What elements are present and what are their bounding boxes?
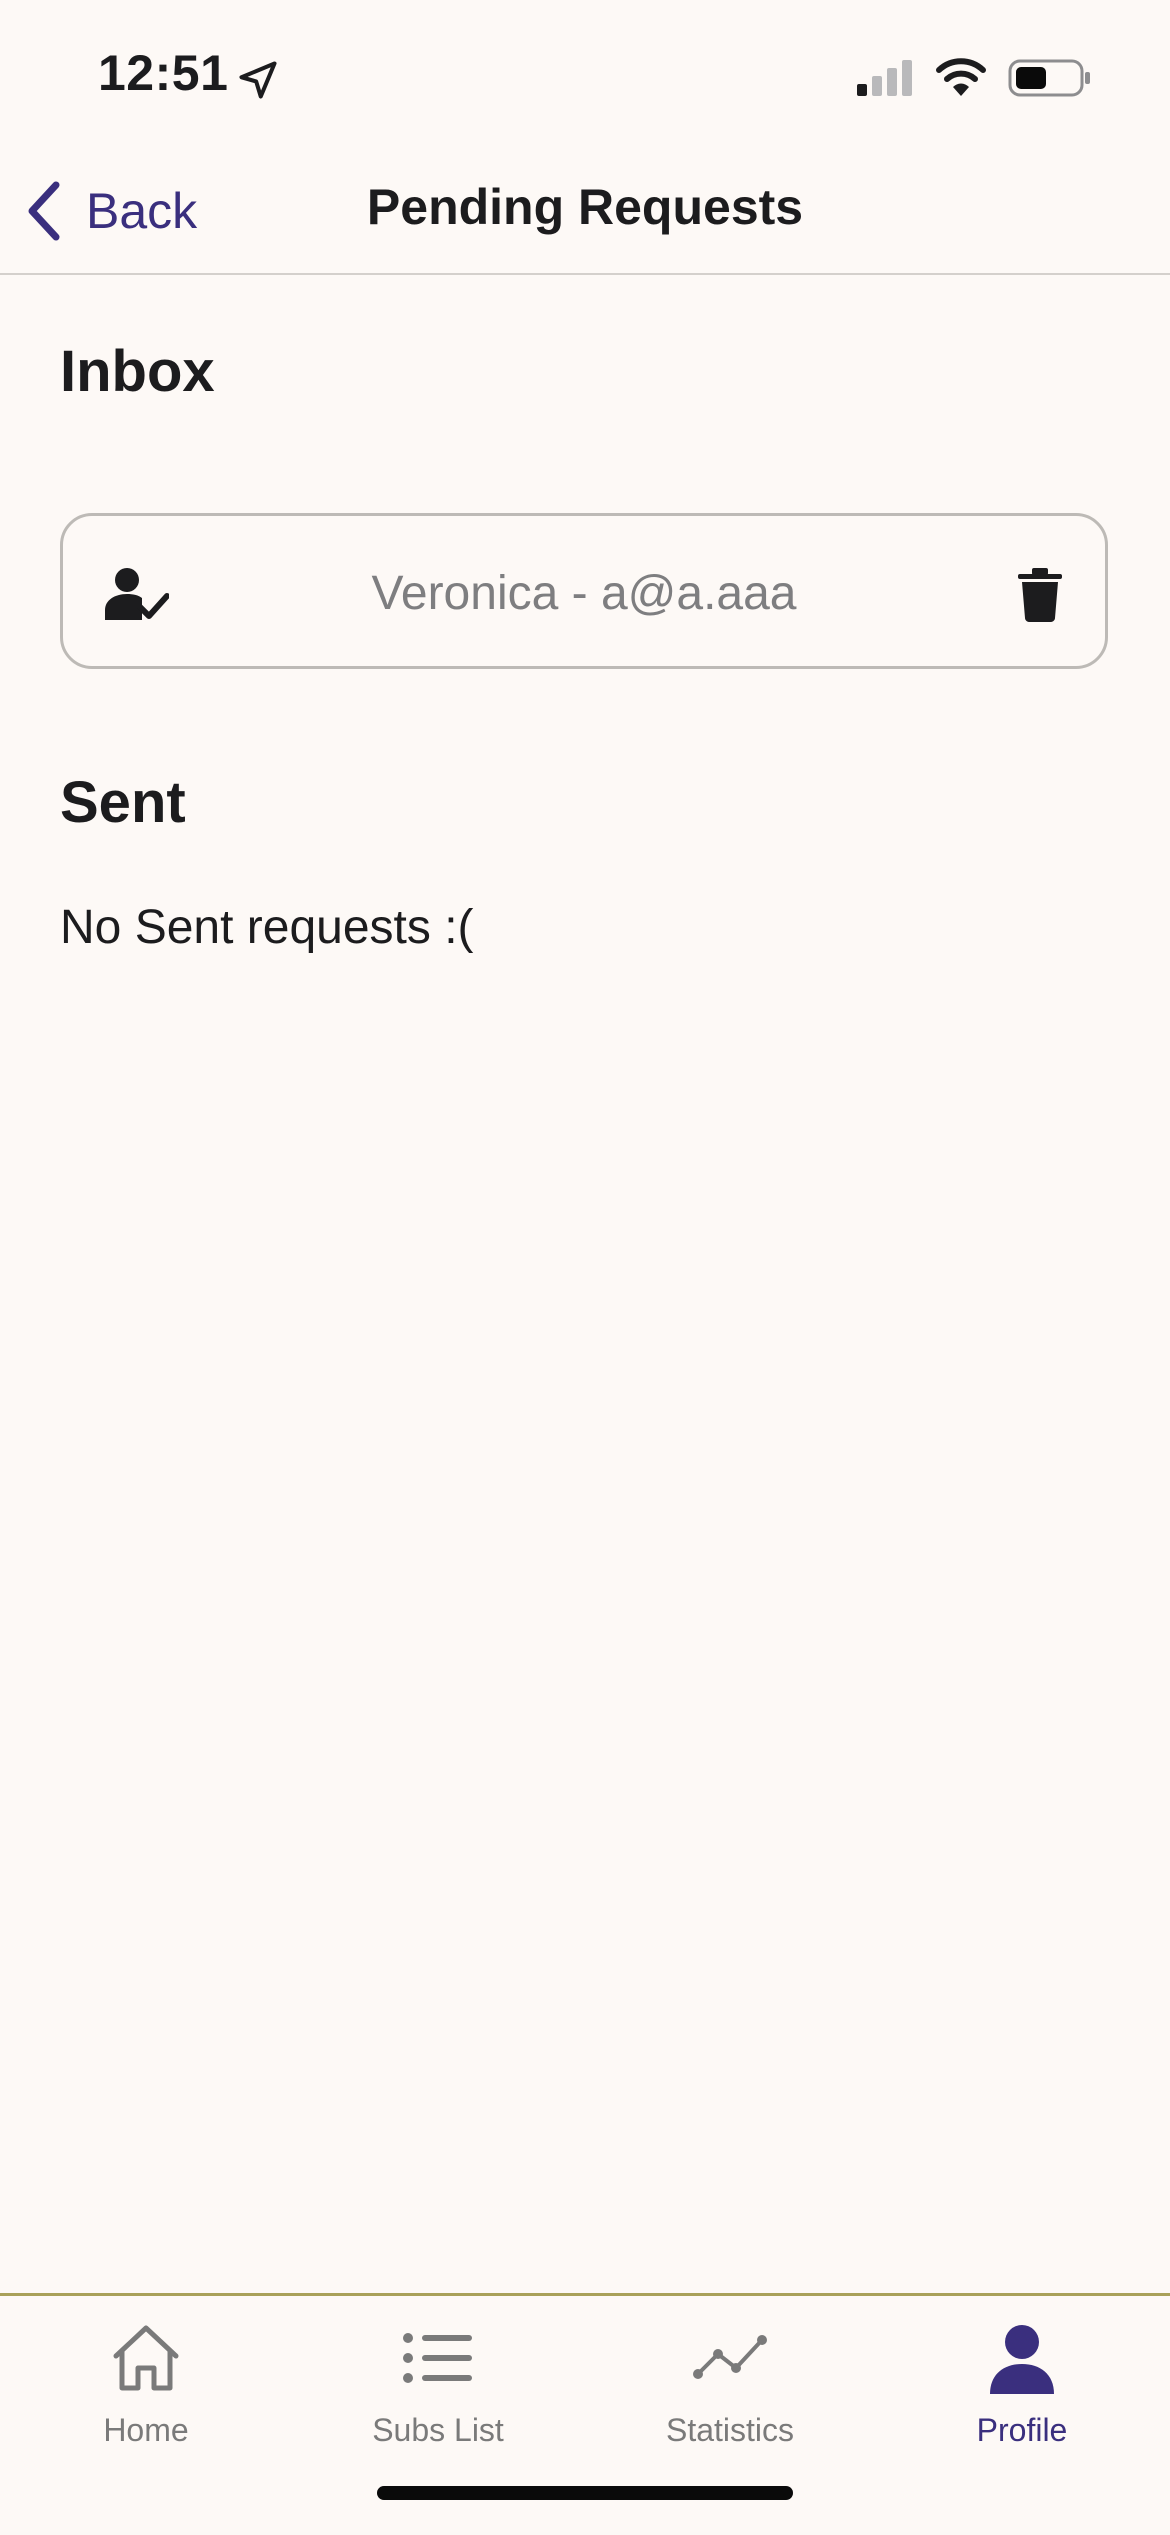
- status-bar: 12:51: [0, 0, 1170, 150]
- chart-line-icon: [693, 2335, 767, 2379]
- request-card: Veronica - a@a.aaa: [60, 513, 1108, 669]
- person-icon: [990, 2325, 1054, 2394]
- tab-home-label: Home: [103, 2412, 189, 2448]
- navigation-bar: Back Pending Requests: [0, 150, 1170, 275]
- tab-statistics[interactable]: Statistics: [584, 2296, 876, 2466]
- inbox-heading: Inbox: [60, 339, 215, 404]
- cellular-signal-icon: [857, 60, 912, 96]
- tab-subs-list[interactable]: Subs List: [292, 2296, 584, 2466]
- wifi-icon: [936, 58, 986, 96]
- tab-home[interactable]: Home: [0, 2296, 292, 2466]
- sent-empty-message: No Sent requests :(: [60, 901, 474, 954]
- status-time: 12:51: [98, 45, 229, 101]
- tab-statistics-label: Statistics: [665, 2412, 795, 2448]
- tab-profile[interactable]: Profile: [876, 2296, 1168, 2466]
- sent-heading: Sent: [60, 770, 186, 835]
- tab-subs-list-label: Subs List: [372, 2412, 504, 2448]
- home-icon: [113, 2325, 179, 2391]
- page-title: Pending Requests: [366, 179, 804, 235]
- trash-icon[interactable]: [1018, 568, 1062, 622]
- request-sender: Veronica - a@a.aaa: [371, 567, 797, 620]
- list-icon: [403, 2333, 472, 2383]
- home-indicator: [377, 2486, 793, 2500]
- battery-icon: [1008, 59, 1090, 97]
- tab-profile-label: Profile: [976, 2412, 1068, 2448]
- location-arrow-icon: [239, 61, 277, 99]
